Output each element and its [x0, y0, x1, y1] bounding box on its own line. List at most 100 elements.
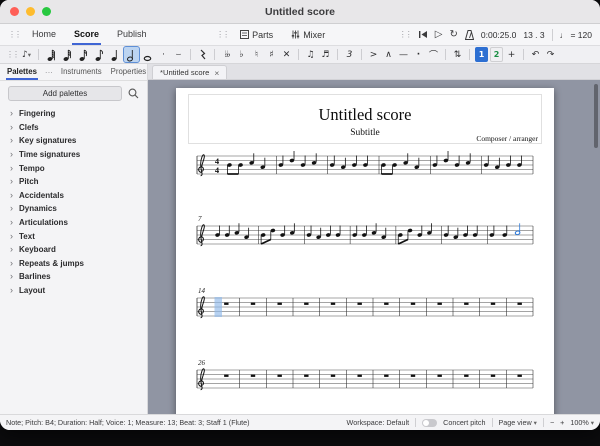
marcato-button[interactable]: ∧: [382, 47, 395, 62]
tempo-display[interactable]: ♩ = 120: [560, 30, 592, 40]
natural-button[interactable]: ♮: [250, 47, 263, 62]
staff-system-1[interactable]: 44: [193, 142, 537, 188]
metronome-button[interactable]: [464, 29, 474, 40]
status-bar: Note; Pitch: B4; Duration: Half; Voice: …: [0, 414, 600, 430]
playback-time[interactable]: 0:00:25.0: [481, 30, 516, 40]
add-palettes-button[interactable]: Add palettes: [8, 86, 122, 101]
redo-button[interactable]: ↷: [544, 47, 557, 62]
undo-button[interactable]: ↶: [529, 47, 542, 62]
close-tab-icon[interactable]: ×: [214, 68, 219, 78]
palette-item-articulations[interactable]: › Articulations: [0, 216, 147, 230]
score-canvas[interactable]: Untitled score Subtitle Composer / arran…: [148, 80, 600, 414]
play-button[interactable]: ▷: [435, 29, 443, 40]
loop-button[interactable]: ↻: [450, 29, 458, 40]
parts-button[interactable]: Parts: [234, 28, 279, 42]
concert-pitch-label: Concert pitch: [443, 418, 486, 427]
tab-properties[interactable]: Properties: [110, 65, 148, 80]
zoom-in-button[interactable]: +: [560, 418, 564, 427]
palette-item-fingering[interactable]: › Fingering: [0, 107, 147, 121]
app-tabs: Home Score Publish: [30, 24, 149, 45]
flat-button[interactable]: ♭: [235, 47, 248, 62]
duration-quarter-button[interactable]: [108, 47, 123, 62]
palette-item-label: Key signatures: [19, 136, 77, 146]
flip-direction-button[interactable]: ⇅: [451, 47, 464, 62]
titlebar: Untitled score: [0, 0, 600, 24]
double-flat-button[interactable]: ♭♭: [220, 47, 233, 62]
zoom-level[interactable]: 100% ▾: [570, 418, 594, 427]
window-title: Untitled score: [264, 5, 335, 18]
search-icon[interactable]: [128, 88, 139, 99]
tenuto-button[interactable]: —: [397, 47, 410, 62]
add-palettes-row: Add palettes: [0, 81, 147, 105]
palette-item-repeats-jumps[interactable]: › Repeats & jumps: [0, 257, 147, 271]
palette-item-tempo[interactable]: › Tempo: [0, 161, 147, 175]
document-tab[interactable]: *Untitled score ×: [152, 65, 228, 79]
playback-beat[interactable]: 13 . 3: [523, 30, 544, 40]
duration-half-button[interactable]: [123, 46, 141, 63]
concert-pitch-toggle[interactable]: [422, 418, 438, 427]
score-page[interactable]: Untitled score Subtitle Composer / arran…: [176, 88, 554, 414]
duration-16th-button[interactable]: [76, 47, 91, 62]
more-icon[interactable]: ···: [45, 68, 53, 77]
tab-publish[interactable]: Publish: [115, 24, 149, 45]
tab-palettes[interactable]: Palettes: [6, 65, 38, 80]
svg-text:26: 26: [198, 359, 206, 367]
workspace-selector[interactable]: Workspace: Default: [347, 418, 410, 427]
score-title[interactable]: Untitled score: [189, 105, 541, 125]
augmentation-dot-button[interactable]: ·: [157, 47, 170, 62]
drag-handle-icon: ⋮⋮: [8, 30, 22, 39]
palette-item-keyboard[interactable]: › Keyboard: [0, 243, 147, 257]
close-window-button[interactable]: [10, 7, 19, 16]
staff-system-4[interactable]: 26: [193, 356, 537, 402]
tab-instruments[interactable]: Instruments: [60, 65, 103, 80]
palette-item-accidentals[interactable]: › Accidentals: [0, 189, 147, 203]
palette-item-label: Fingering: [19, 109, 56, 119]
sharp-button[interactable]: ♯: [265, 47, 278, 62]
page-view-selector[interactable]: Page view ▾: [499, 418, 537, 427]
tab-score[interactable]: Score: [72, 24, 102, 45]
staff-system-3[interactable]: 14: [193, 284, 537, 330]
duration-8th-button[interactable]: [92, 47, 107, 62]
slur-button[interactable]: ⌒: [427, 47, 440, 62]
duration-whole-button[interactable]: [140, 47, 155, 62]
voice-1-button[interactable]: 1: [475, 47, 489, 62]
minimize-window-button[interactable]: [26, 7, 35, 16]
zoom-out-button[interactable]: −: [550, 418, 554, 427]
vertical-scrollbar[interactable]: [594, 84, 598, 148]
note-input-toggle-button[interactable]: ♪ ▾: [20, 47, 33, 62]
palette-item-time-signatures[interactable]: › Time signatures: [0, 148, 147, 162]
palette-item-clefs[interactable]: › Clefs: [0, 121, 147, 135]
duration-32nd-button[interactable]: [60, 47, 75, 62]
accent-button[interactable]: >: [367, 47, 380, 62]
musescore-window: Untitled score ⋮⋮ Home Score Publish ⋮⋮ …: [0, 0, 600, 430]
palette-item-barlines[interactable]: › Barlines: [0, 270, 147, 284]
transport-controls: ⋮⋮ ▷ ↻ 0:00:25.0 13 . 3 ♩ = 120: [399, 28, 592, 41]
caret-down-icon: ▾: [590, 420, 594, 427]
palette-item-pitch[interactable]: › Pitch: [0, 175, 147, 189]
voice-2-button[interactable]: 2: [490, 47, 504, 62]
double-sharp-button[interactable]: ✕: [280, 47, 293, 62]
zoom-window-button[interactable]: [42, 7, 51, 16]
duration-64th-button[interactable]: [44, 47, 59, 62]
rewind-button[interactable]: [418, 30, 428, 39]
svg-text:4: 4: [215, 165, 220, 175]
palette-item-text[interactable]: › Text: [0, 229, 147, 243]
tuplet-button[interactable]: 3: [343, 47, 356, 62]
staccato-button[interactable]: ·: [412, 47, 425, 62]
add-button[interactable]: +: [505, 47, 518, 62]
palette-item-layout[interactable]: › Layout: [0, 284, 147, 298]
mixer-button[interactable]: Mixer: [285, 28, 331, 42]
palette-item-dynamics[interactable]: › Dynamics: [0, 202, 147, 216]
chevron-right-icon: ›: [10, 285, 13, 296]
rest-button[interactable]: [196, 47, 209, 62]
note-input-toolbar: ⋮⋮ ♪ ▾ · ⌣ ♭♭ ♭ ♮ ♯ ✕ ♫ ♬ 3 > ∧ — · ⌒ ⇅: [0, 46, 600, 64]
mixer-icon: [291, 30, 300, 39]
palette-item-key-signatures[interactable]: › Key signatures: [0, 134, 147, 148]
palette-list: › Fingering › Clefs › Key signatures › Time sig…: [0, 105, 147, 414]
beam-eighth-button[interactable]: ♫: [304, 47, 317, 62]
beam-sixteenth-button[interactable]: ♬: [319, 47, 332, 62]
tab-home[interactable]: Home: [30, 24, 58, 45]
staff-system-2[interactable]: 7: [193, 212, 537, 258]
tie-button[interactable]: ⌣: [172, 47, 185, 62]
palette-item-label: Time signatures: [19, 150, 81, 160]
